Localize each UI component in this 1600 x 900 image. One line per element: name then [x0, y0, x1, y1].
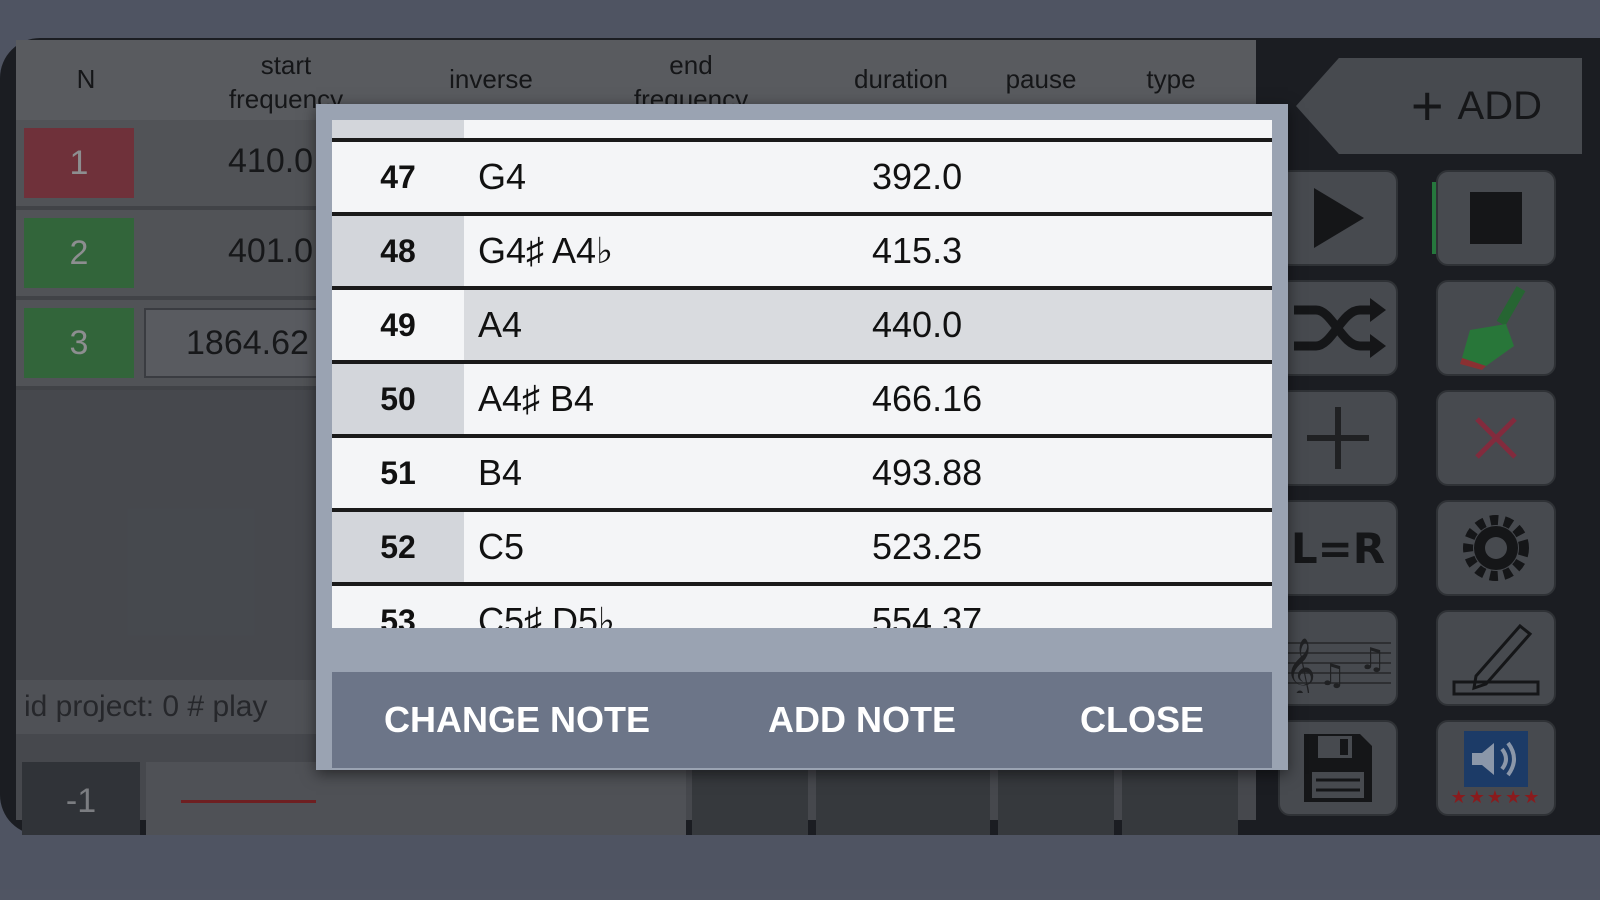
- note-frequency: 523.25: [872, 526, 983, 567]
- list-item[interactable]: 47 G4 392.0: [332, 142, 1272, 216]
- list-item-selected[interactable]: 49 A4 440.0: [332, 290, 1272, 364]
- note-name: G4♯ A4♭: [478, 230, 614, 271]
- note-name: C5: [478, 526, 525, 567]
- note-name: G4: [478, 156, 527, 197]
- note-frequency: 493.88: [872, 452, 983, 493]
- close-button[interactable]: CLOSE: [1042, 672, 1242, 768]
- dialog-button-bar: CHANGE NOTE ADD NOTE CLOSE: [332, 672, 1272, 768]
- note-number: 53: [380, 602, 416, 629]
- list-item[interactable]: 53 C5♯ D5♭ 554.37: [332, 586, 1272, 628]
- note-number: 49: [332, 290, 464, 360]
- list-item[interactable]: 52 C5 523.25: [332, 512, 1272, 586]
- note-frequency: 369.99: [872, 120, 982, 138]
- note-number: 47: [380, 158, 416, 195]
- note-frequency: 392.0: [872, 156, 963, 197]
- note-number: 51: [380, 454, 416, 491]
- list-item[interactable]: 51 B4 493.88: [332, 438, 1272, 512]
- note-number: 50: [332, 364, 464, 434]
- note-name: F4♯ G4♭: [478, 120, 613, 138]
- note-frequency: 466.16: [872, 378, 983, 419]
- add-note-button[interactable]: ADD NOTE: [732, 672, 992, 768]
- list-item[interactable]: 50 A4♯ B4 466.16: [332, 364, 1272, 438]
- note-name: C5♯ D5♭: [478, 600, 616, 628]
- note-frequency: 415.3: [872, 230, 963, 271]
- change-note-button[interactable]: CHANGE NOTE: [352, 672, 682, 768]
- note-frequency: 554.37: [872, 600, 983, 628]
- list-item[interactable]: 46 F4♯ G4♭ 369.99: [332, 120, 1272, 142]
- note-frequency: 440.0: [872, 304, 963, 345]
- list-item[interactable]: 48 G4♯ A4♭ 415.3: [332, 216, 1272, 290]
- note-name: A4♯ B4: [478, 378, 595, 419]
- note-number: 52: [332, 512, 464, 582]
- note-number: 48: [332, 216, 464, 286]
- note-name: A4: [478, 304, 523, 345]
- note-number: 46: [332, 120, 464, 138]
- note-list[interactable]: 46 F4♯ G4♭ 369.99 47 G4 392.0 48 G4♯ A4♭…: [332, 120, 1272, 628]
- note-picker-dialog: 46 F4♯ G4♭ 369.99 47 G4 392.0 48 G4♯ A4♭…: [316, 104, 1288, 770]
- note-name: B4: [478, 452, 523, 493]
